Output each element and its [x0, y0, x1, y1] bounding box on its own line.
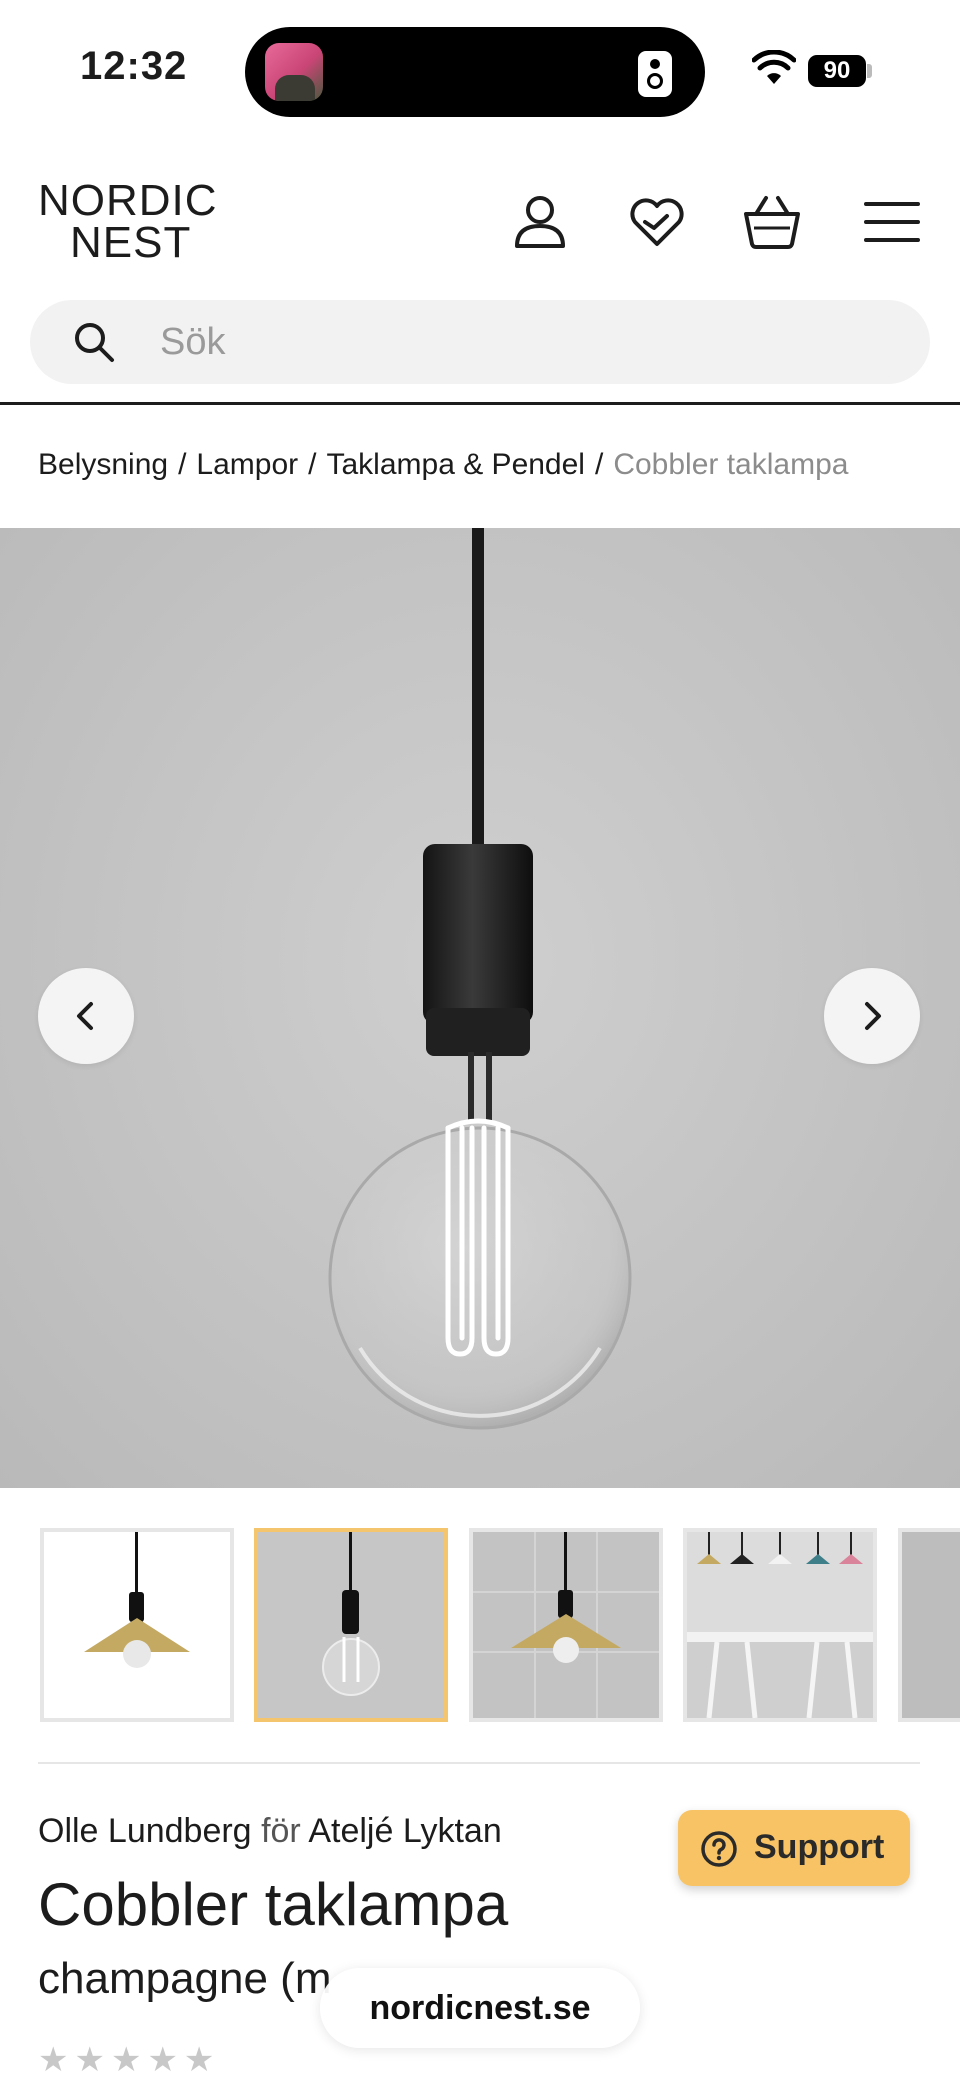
chevron-left-icon — [77, 1002, 93, 1030]
chevron-right-icon — [865, 1002, 881, 1030]
previous-image-button[interactable] — [38, 968, 134, 1064]
thumbnail-image — [84, 1532, 190, 1668]
breadcrumb-current: Cobbler taklampa — [613, 448, 849, 481]
breadcrumb-separator: / — [308, 448, 317, 481]
thumbnail-2[interactable] — [254, 1528, 448, 1722]
nordic-nest-logo[interactable]: NORDIC NEST — [38, 176, 248, 267]
thumbnail-3[interactable] — [469, 1528, 663, 1722]
logo-line-1: NORDIC — [38, 176, 218, 225]
thumbnail-image — [473, 1532, 659, 1718]
designer-name[interactable]: Olle Lundberg — [38, 1812, 252, 1850]
pendant-lamp-image — [328, 528, 632, 1430]
basket-icon[interactable] — [742, 192, 802, 252]
breadcrumb-separator: / — [594, 448, 604, 481]
support-label: Support — [754, 1828, 885, 1866]
breadcrumb-item-lampor[interactable]: Lampor — [196, 448, 298, 481]
product-variant: champagne (m — [38, 1954, 332, 2003]
search-bar[interactable] — [30, 300, 930, 384]
logo-line-2: NEST — [70, 218, 192, 267]
section-divider — [38, 1762, 920, 1764]
product-main-image[interactable] — [0, 528, 960, 1488]
dynamic-island — [245, 27, 705, 117]
wifi-icon — [752, 50, 796, 84]
help-circle-icon — [701, 1831, 737, 1867]
speaker-icon — [638, 51, 672, 97]
search-input[interactable] — [160, 300, 860, 384]
browser-url-bar[interactable]: nordicnest.se — [320, 1968, 640, 2048]
thumbnail-image — [687, 1532, 873, 1718]
designer-for-word: för — [261, 1812, 301, 1850]
battery-indicator: 90 — [808, 55, 866, 87]
status-time: 12:32 — [80, 44, 188, 88]
battery-tip — [867, 64, 872, 78]
brand-name[interactable]: Ateljé Lyktan — [308, 1812, 501, 1850]
menu-icon[interactable] — [862, 192, 922, 252]
thumbnail-5[interactable] — [898, 1528, 960, 1722]
next-image-button[interactable] — [824, 968, 920, 1064]
breadcrumb-separator: / — [178, 448, 187, 481]
breadcrumb: Belysning / Lampor / Taklampa & Pendel / Cobbl… — [38, 448, 848, 482]
support-button[interactable]: Support — [678, 1810, 910, 1886]
rating-stars[interactable]: ★★★★★ — [38, 2040, 220, 2080]
breadcrumb-item-belysning[interactable]: Belysning — [38, 448, 168, 481]
account-icon[interactable] — [510, 192, 570, 252]
thumbnail-4[interactable] — [683, 1528, 877, 1722]
thumbnail-image — [322, 1532, 380, 1696]
heart-icon[interactable] — [627, 192, 687, 252]
search-icon — [75, 323, 114, 362]
header-divider — [0, 402, 960, 405]
product-title: Cobbler taklampa — [38, 1871, 509, 1938]
product-designer-line: Olle Lundberg för Ateljé Lyktan — [38, 1812, 502, 1851]
now-playing-artwork — [265, 43, 323, 101]
breadcrumb-item-taklampa-pendel[interactable]: Taklampa & Pendel — [326, 448, 585, 481]
thumbnail-1[interactable] — [40, 1528, 234, 1722]
